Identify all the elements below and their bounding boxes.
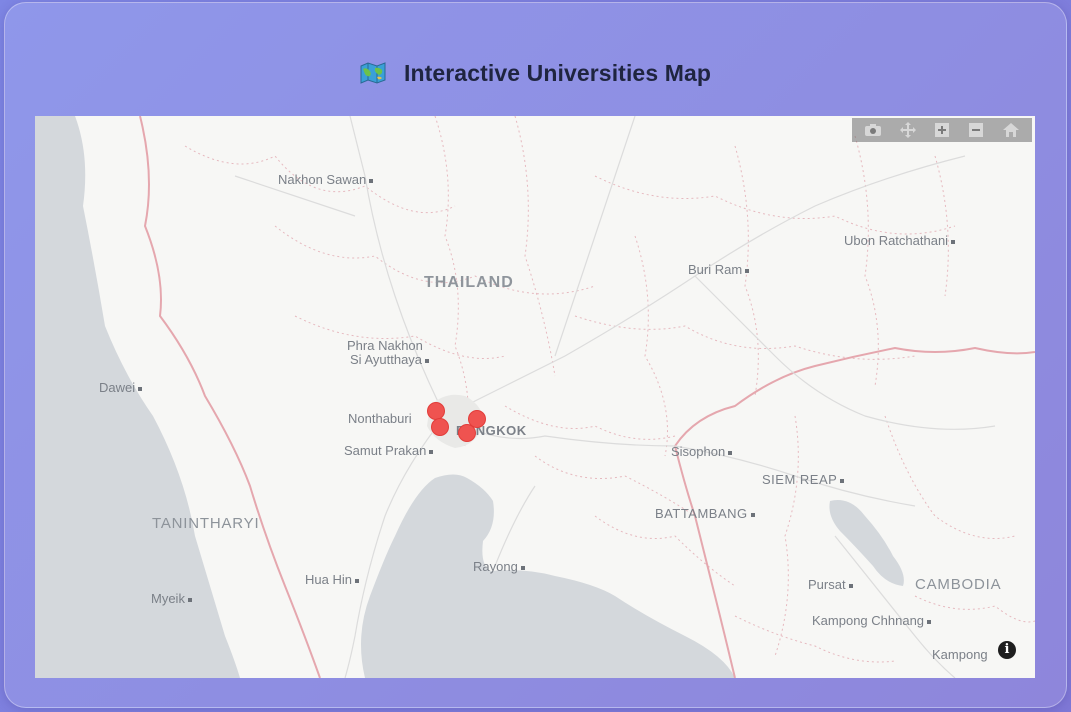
page-title: Interactive Universities Map (0, 60, 1071, 90)
label-samut-prakan: Samut Prakan (344, 443, 434, 458)
label-tanintharyi: TANINTHARYI (152, 515, 260, 532)
label-cambodia: CAMBODIA (915, 576, 1002, 593)
label-phra-nakhon: Phra Nakhon (347, 338, 423, 353)
label-dawei: Dawei (99, 380, 143, 395)
label-kampong-chhnang: Kampong Chhnang (812, 613, 932, 628)
label-kampong: Kampong (932, 647, 988, 662)
university-marker[interactable] (431, 418, 449, 436)
label-buri-ram: Buri Ram (688, 262, 750, 277)
zoom-in-icon[interactable] (931, 120, 953, 140)
university-marker[interactable] (427, 402, 445, 420)
label-thailand: THAILAND (424, 274, 514, 291)
label-ubon-ratchathani: Ubon Ratchathani (844, 233, 956, 248)
zoom-out-icon[interactable] (965, 120, 987, 140)
label-pursat: Pursat (808, 577, 853, 592)
label-siem-reap: SIEM REAP (762, 472, 845, 487)
info-icon[interactable]: i (998, 641, 1016, 659)
label-nakhon-sawan: Nakhon Sawan (278, 172, 374, 187)
label-nonthaburi: Nonthaburi (348, 411, 412, 426)
label-sisophon: Sisophon (671, 444, 733, 459)
title-text: Interactive Universities Map (403, 60, 712, 86)
label-rayong: Rayong (473, 559, 525, 574)
camera-icon[interactable] (862, 120, 884, 140)
label-myeik: Myeik (151, 591, 192, 606)
map-canvas[interactable]: Nakhon Sawan Ubon Ratchathani THAILAND B… (35, 116, 1035, 678)
label-hua-hin: Hua Hin (305, 572, 359, 587)
university-marker[interactable] (458, 424, 476, 442)
map-modebar (852, 118, 1032, 142)
world-map-icon (360, 62, 386, 90)
pan-icon[interactable] (897, 120, 919, 140)
home-icon[interactable] (1000, 120, 1022, 140)
label-battambang: BATTAMBANG (655, 506, 755, 521)
label-si-ayutthaya: Si Ayutthaya (350, 352, 430, 367)
